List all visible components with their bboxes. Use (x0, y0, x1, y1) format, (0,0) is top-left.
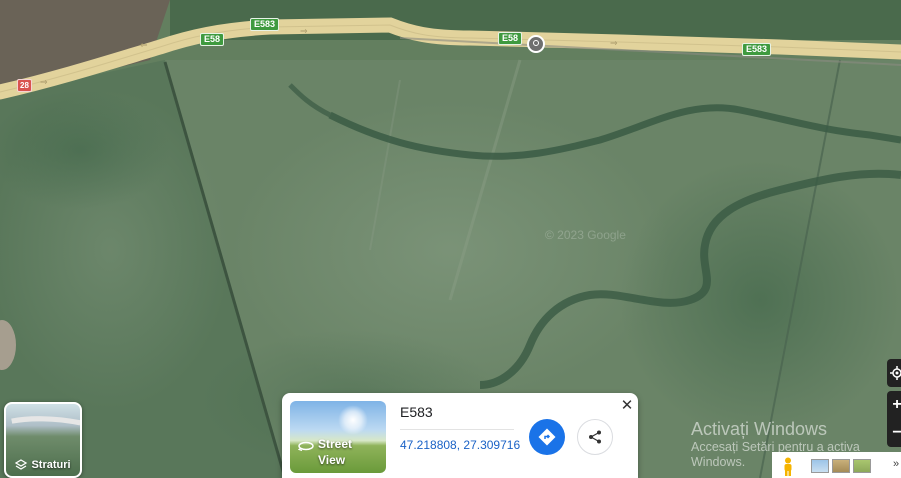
coordinates-link[interactable]: 47.218808, 27.309716 (400, 438, 520, 452)
activation-title: Activați Windows (691, 419, 828, 439)
street-view-label-line1: Street (318, 437, 353, 451)
road-shield-e583: E583 (250, 18, 280, 31)
location-info-card: Street View E583 47.218808, 27.309716 ✕ (282, 393, 638, 478)
road-shield-e58: E58 (498, 32, 523, 45)
map-watermark: © 2023 Google (545, 228, 626, 242)
road-shield-e58: E58 (200, 33, 225, 46)
road-shield-e583: E583 (742, 43, 772, 56)
svg-text:⇒: ⇒ (300, 27, 308, 37)
close-icon[interactable]: ✕ (619, 397, 635, 414)
directions-icon (538, 428, 556, 446)
directions-button[interactable] (529, 419, 565, 455)
svg-text:⇒: ⇒ (610, 39, 618, 49)
street-view-thumbnail[interactable]: Street View (290, 401, 386, 473)
road-shield-28: 28 (17, 79, 32, 92)
zoom-controls: + − (887, 391, 901, 447)
layers-icon (15, 459, 28, 470)
layers-label: Straturi (31, 459, 71, 471)
imagery-tile-1[interactable] (811, 459, 829, 473)
share-icon (589, 430, 601, 444)
imagery-tile-2[interactable] (832, 459, 850, 473)
my-location-icon (890, 366, 901, 380)
svg-text:⇒: ⇒ (40, 78, 48, 88)
zoom-in-icon[interactable]: + (892, 391, 901, 419)
card-divider (400, 429, 514, 430)
layers-thumbnail-road (11, 416, 80, 426)
imagery-tile-3[interactable] (853, 459, 871, 473)
svg-text:⇐: ⇐ (140, 41, 148, 51)
my-location-button[interactable] (887, 359, 901, 387)
place-name: E583 (400, 404, 433, 420)
pegman-icon[interactable] (781, 457, 795, 477)
expand-chevron-icon[interactable]: » (893, 458, 899, 470)
zoom-out-icon[interactable]: − (892, 419, 901, 447)
street-view-360-icon (298, 441, 314, 451)
share-button[interactable] (577, 419, 613, 455)
layers-button[interactable]: Straturi (4, 402, 82, 478)
location-pin-icon[interactable] (527, 35, 545, 53)
street-view-label-line2: View (318, 453, 346, 467)
